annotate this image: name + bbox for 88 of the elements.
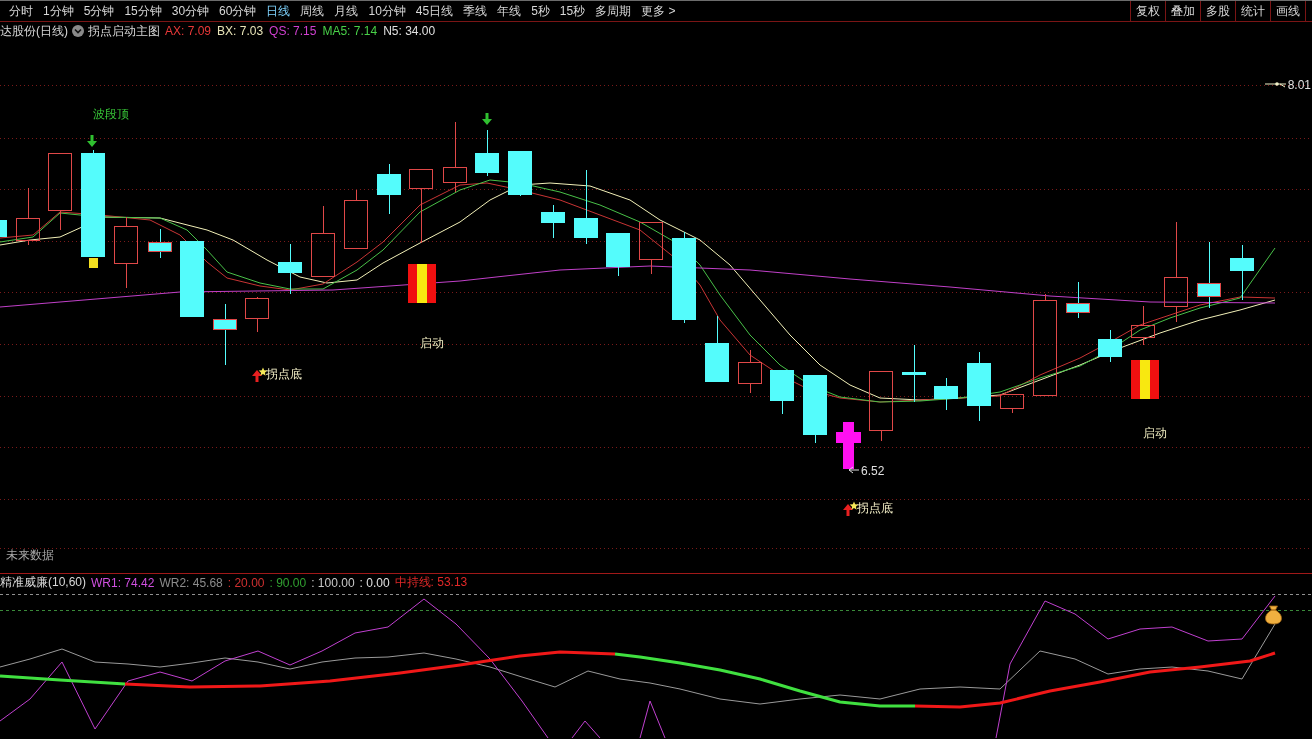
- indicator-value: : 0.00: [359, 575, 390, 590]
- signal-label: 拐点底: [266, 367, 302, 381]
- candlestick: [705, 315, 729, 383]
- candlestick: [1230, 244, 1254, 301]
- indicator-value: QS: 7.15: [269, 24, 317, 38]
- candlestick: [1131, 305, 1155, 346]
- candlestick: [148, 228, 172, 259]
- candlestick: [0, 220, 7, 237]
- indicator-value: 中持线: 53.13: [394, 574, 468, 591]
- period-tab[interactable]: 15秒: [554, 1, 591, 21]
- period-tab[interactable]: 月线: [329, 1, 364, 21]
- tool-button[interactable]: 多股: [1200, 1, 1235, 21]
- leader-line: [848, 466, 860, 474]
- down-arrow-icon: [482, 113, 492, 125]
- indicator-value: MA5: 7.14: [322, 24, 378, 38]
- candlestick: [639, 222, 663, 275]
- indicator-value: AX: 7.09: [165, 24, 212, 38]
- star-icon: [849, 501, 859, 510]
- candlestick: [967, 351, 991, 422]
- indicator-value: : 20.00: [227, 575, 265, 590]
- indicator-value: BX: 7.03: [217, 24, 264, 38]
- leader-line: [1264, 82, 1287, 88]
- period-tab[interactable]: 45日线: [410, 1, 459, 21]
- money-bag-icon: [1265, 605, 1282, 625]
- candlestick: [508, 150, 532, 197]
- indicator-value: WR2: 45.68: [159, 575, 223, 590]
- period-tab[interactable]: 周线: [295, 1, 330, 21]
- candlestick: [1197, 241, 1221, 309]
- candlestick: [541, 204, 565, 239]
- star-icon: [258, 367, 268, 376]
- candlestick: [344, 189, 368, 249]
- period-tab[interactable]: 日线: [261, 1, 296, 21]
- tool-button[interactable]: 统计: [1235, 1, 1270, 21]
- cross-signal-marker: [836, 422, 861, 469]
- period-tab[interactable]: 多周期: [590, 1, 637, 21]
- up-arrow-icon: [252, 370, 262, 382]
- period-tab[interactable]: 10分钟: [363, 1, 411, 21]
- tool-button[interactable]: 叠加: [1165, 1, 1200, 21]
- candlestick: [770, 369, 794, 415]
- tool-button[interactable]: 复权: [1130, 1, 1165, 21]
- period-tab[interactable]: 5秒: [526, 1, 555, 21]
- signal-label: 拐点底: [857, 501, 893, 515]
- candlestick: [16, 187, 40, 246]
- candlestick: [869, 371, 893, 442]
- candlestick: [213, 303, 237, 366]
- indicator-value: WR1: 74.42: [91, 575, 155, 590]
- indicator-value: : 100.00: [311, 575, 355, 590]
- period-tab[interactable]: 5分钟: [78, 1, 120, 21]
- up-arrow-icon: [843, 504, 853, 516]
- striped-signal-block: [1131, 360, 1159, 399]
- candlestick: [278, 243, 302, 295]
- indicator-value: : 90.00: [269, 575, 307, 590]
- period-tab[interactable]: 分时: [4, 1, 38, 21]
- candlestick: [1000, 394, 1024, 414]
- candlestick: [311, 205, 335, 277]
- price-label: 6.52: [861, 464, 885, 478]
- square-marker-icon: [89, 258, 98, 268]
- stock-title: 达股份(日线): [0, 22, 68, 40]
- candlestick: [902, 344, 926, 403]
- period-tab[interactable]: 15分钟: [119, 1, 167, 21]
- candlestick: [803, 374, 827, 444]
- signal-label: 启动: [1143, 426, 1167, 440]
- candlestick: [377, 163, 401, 215]
- price-label: 8.01: [1287, 78, 1311, 92]
- period-tab[interactable]: 季线: [458, 1, 493, 21]
- indicator-name[interactable]: 精准威廉(10,60): [0, 574, 87, 591]
- period-tab[interactable]: 60分钟: [214, 1, 262, 21]
- candlestick: [475, 129, 499, 177]
- indicator-value: N5: 34.00: [383, 24, 436, 38]
- period-tab[interactable]: 30分钟: [166, 1, 215, 21]
- striped-signal-block: [408, 264, 436, 303]
- candlestick: [245, 296, 269, 333]
- indicator-name[interactable]: 拐点启动主图: [88, 22, 160, 40]
- period-tab[interactable]: 年线: [492, 1, 527, 21]
- period-tab[interactable]: 1分钟: [38, 1, 79, 21]
- candlestick: [1098, 329, 1122, 363]
- signal-label: 启动: [420, 336, 444, 350]
- candlestick: [934, 377, 958, 411]
- signal-label: 波段顶: [93, 107, 129, 121]
- period-tab[interactable]: 更多 >: [636, 1, 681, 21]
- candlestick: [606, 232, 630, 277]
- candlestick: [443, 121, 467, 193]
- tool-button[interactable]: 画线: [1270, 1, 1305, 21]
- footnote-text: 未来数据: [6, 548, 54, 562]
- candlestick: [1066, 281, 1090, 319]
- chevron-circle-icon[interactable]: [72, 25, 84, 37]
- candlestick: [738, 349, 762, 394]
- down-arrow-icon: [87, 135, 97, 147]
